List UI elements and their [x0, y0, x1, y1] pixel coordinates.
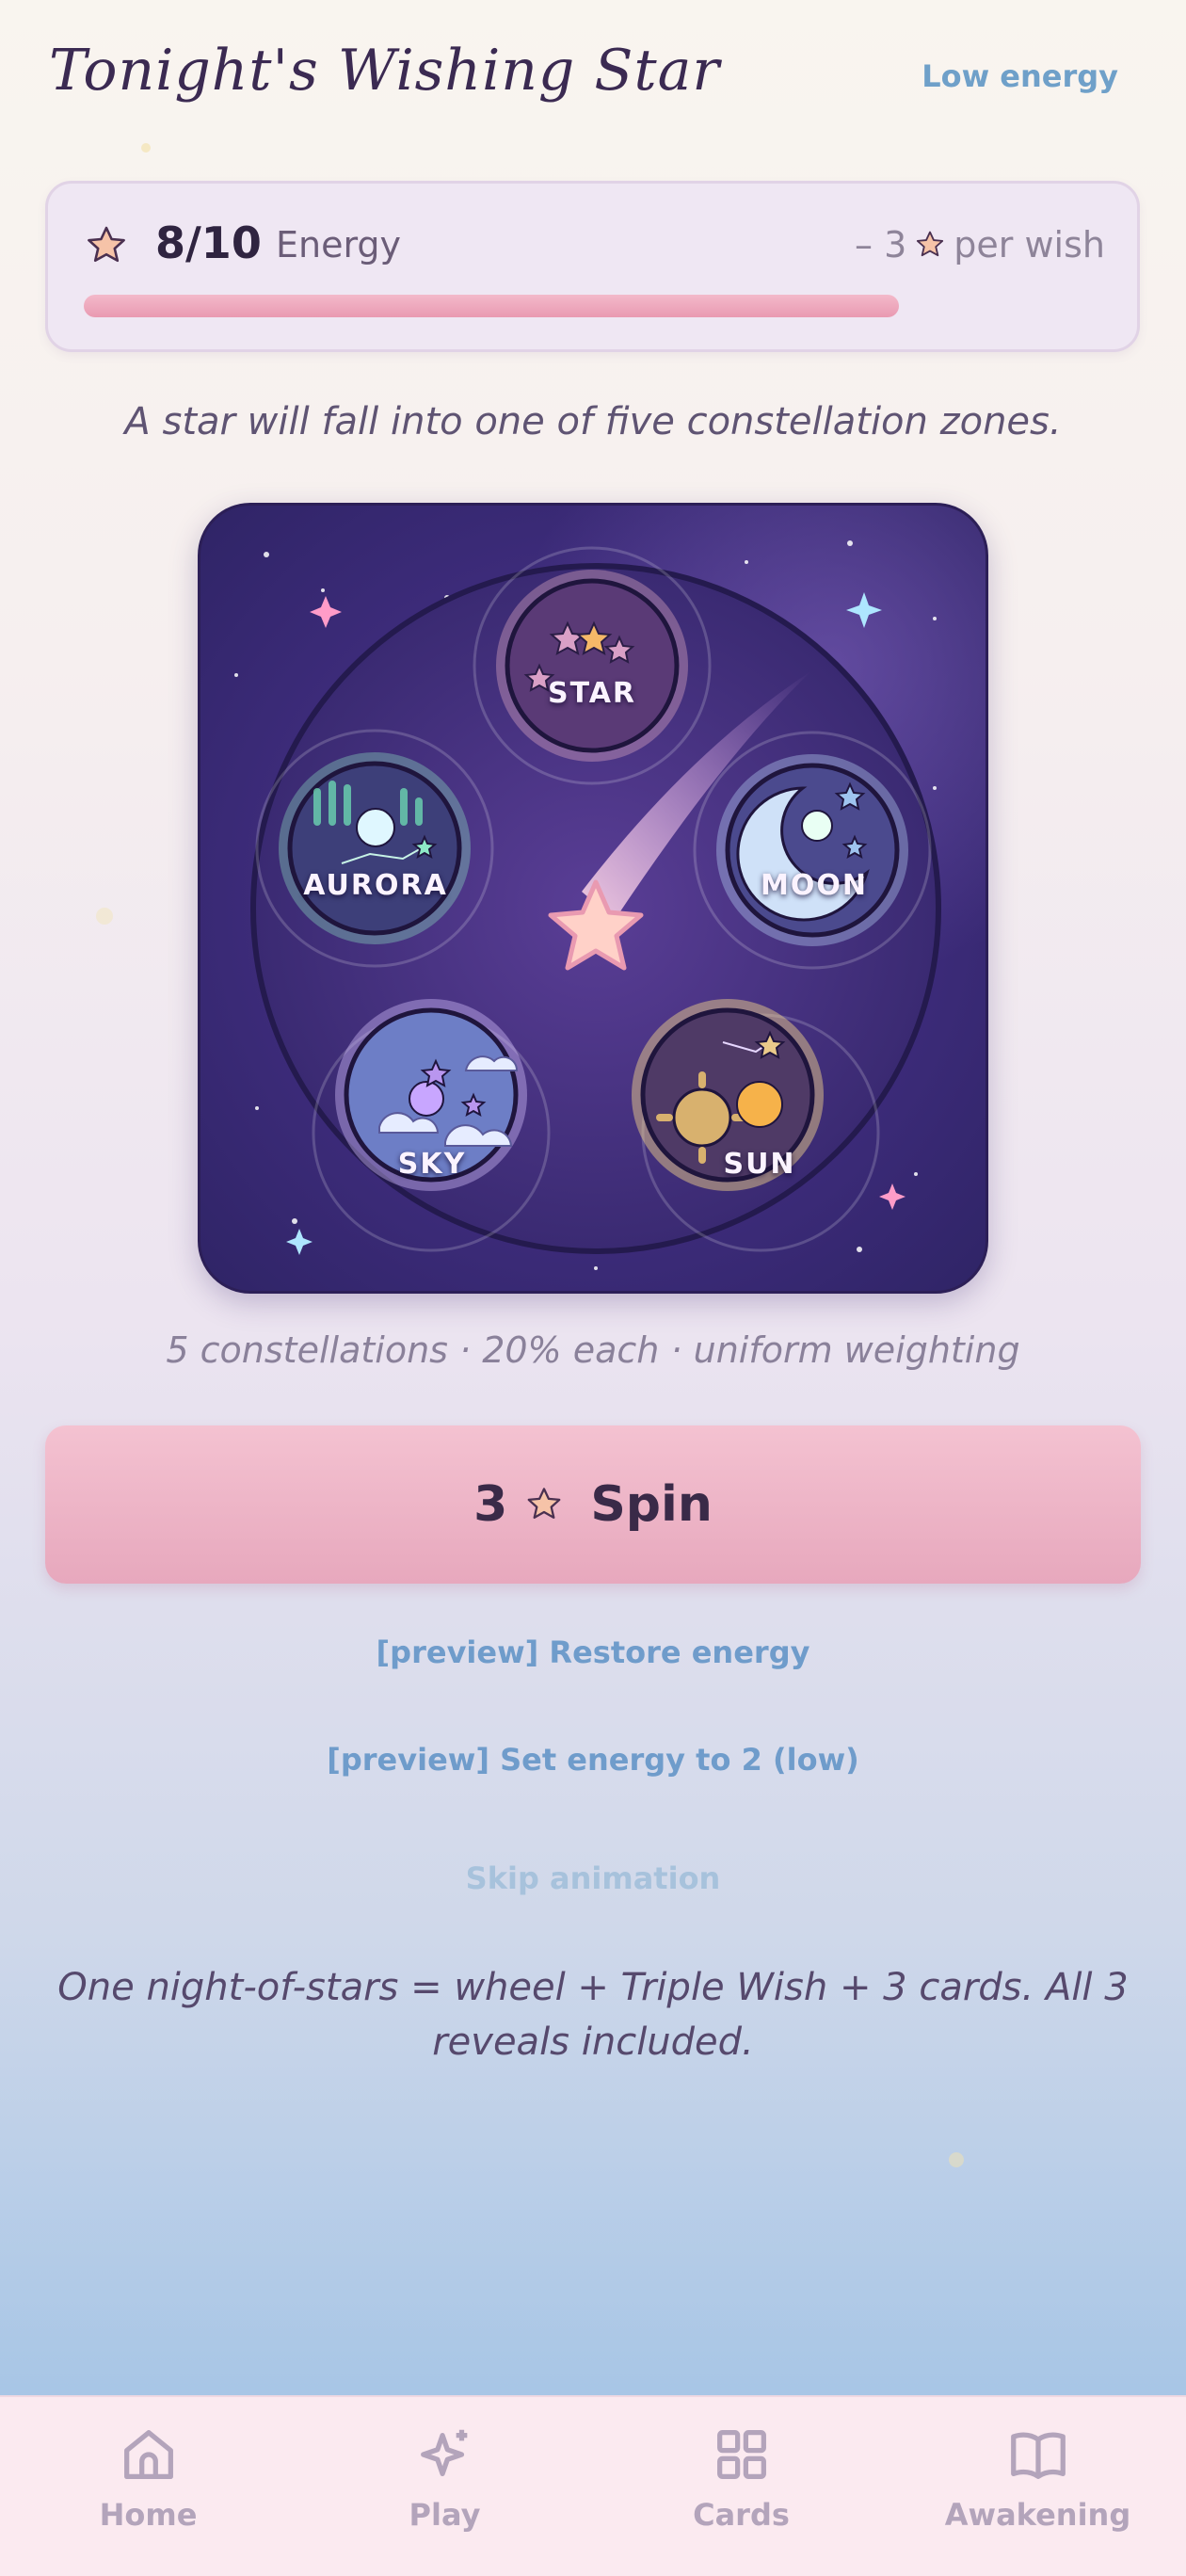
intro-text: A star will fall into one of five conste… — [124, 400, 1062, 443]
constellation-wheel[interactable]: STAR MOON SUN SKY AURORA — [198, 503, 988, 1294]
energy-cost: – 3 per wish — [855, 224, 1105, 266]
nav-label-awakening: Awakening — [944, 2497, 1131, 2533]
skip-animation-link[interactable]: Skip animation — [0, 1860, 1186, 1896]
zone-label-aurora: AURORA — [303, 869, 448, 902]
energy-cost-suffix: per wish — [954, 224, 1105, 266]
set-energy-low-link[interactable]: [preview] Set energy to 2 (low) — [0, 1742, 1186, 1778]
footer-note: One night-of-stars = wheel + Triple Wish… — [57, 1966, 1129, 2064]
energy-card: 8/10 Energy – 3 per wish — [45, 181, 1140, 352]
spin-label: Spin — [590, 1476, 713, 1533]
grid-icon — [716, 2430, 766, 2479]
energy-cost-amount: – 3 — [855, 224, 907, 266]
background-sparkle — [141, 143, 151, 153]
spin-button[interactable]: 3 Spin — [45, 1425, 1141, 1584]
spin-cost: 3 — [473, 1476, 508, 1533]
nav-label-play: Play — [409, 2497, 481, 2533]
sparkle-icon — [420, 2429, 467, 2477]
zone-label-star: STAR — [547, 677, 637, 710]
nav-label-home: Home — [99, 2497, 198, 2533]
zone-label-moon: MOON — [761, 869, 868, 902]
nav-item-home[interactable]: Home — [0, 2397, 296, 2576]
energy-progress-fill — [84, 295, 899, 317]
nav-item-awakening[interactable]: Awakening — [890, 2397, 1186, 2576]
book-icon — [1010, 2432, 1066, 2479]
energy-label: Energy — [276, 224, 402, 266]
star-icon — [88, 226, 125, 263]
nav-label-cards: Cards — [693, 2497, 790, 2533]
background-sparkle — [96, 908, 113, 925]
nav-item-play[interactable]: Play — [296, 2397, 593, 2576]
zone-label-sky: SKY — [397, 1148, 467, 1181]
bottom-nav: Home Play Cards Awakening — [0, 2395, 1186, 2576]
star-icon — [527, 1488, 561, 1519]
energy-progress-bar — [84, 295, 1102, 317]
odds-text: 5 constellations · 20% each · uniform we… — [166, 1329, 1020, 1371]
energy-count: 8/10 — [155, 217, 262, 268]
page-title: Tonight's Wishing Star — [49, 38, 721, 104]
zone-label-sun: SUN — [723, 1148, 796, 1181]
low-energy-link[interactable]: Low energy — [922, 58, 1118, 94]
star-icon — [917, 231, 944, 257]
restore-energy-link[interactable]: [preview] Restore energy — [0, 1634, 1186, 1670]
nav-item-cards[interactable]: Cards — [593, 2397, 890, 2576]
home-icon — [123, 2430, 173, 2479]
background-sparkle — [949, 2152, 964, 2167]
